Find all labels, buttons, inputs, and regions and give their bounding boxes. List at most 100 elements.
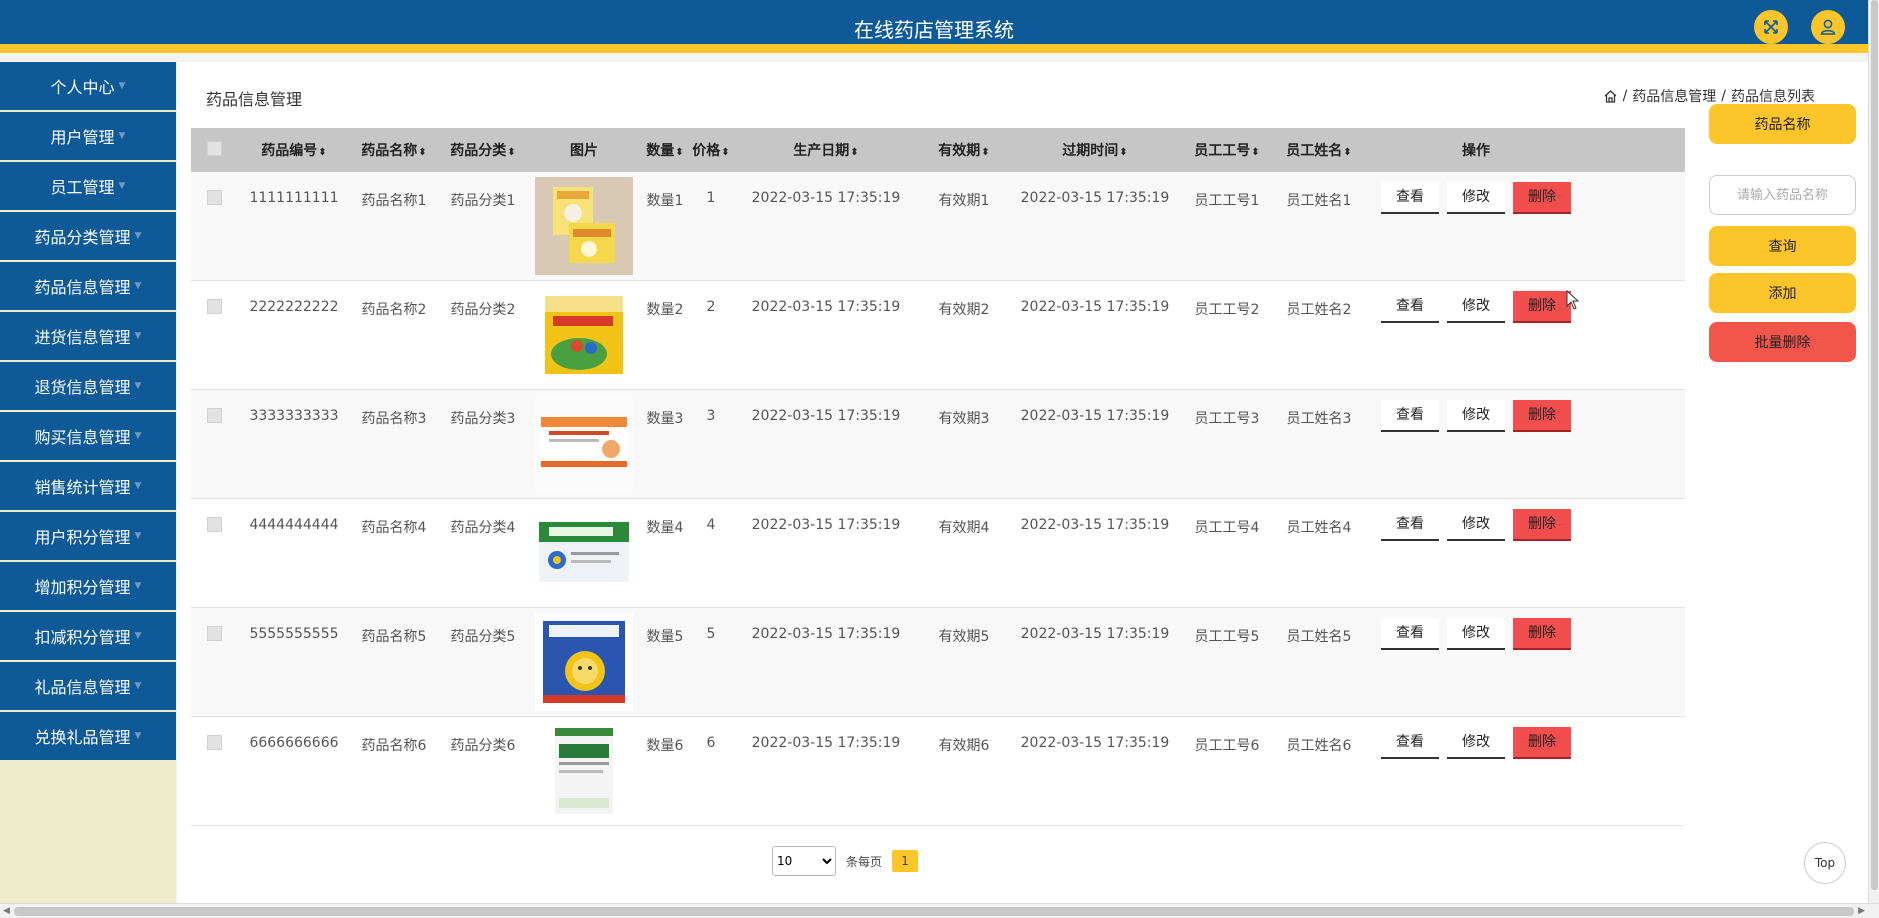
sidebar-item-purchase-in[interactable]: 进货信息管理 ▼	[0, 312, 176, 360]
edit-button[interactable]: 修改	[1447, 182, 1505, 214]
cell-ops: 查看 修改 删除	[1367, 717, 1585, 759]
cell-ops: 查看 修改 删除	[1367, 499, 1585, 541]
cell-qty: 数量1	[646, 193, 684, 209]
sort-icon: ⬍	[1119, 147, 1128, 158]
row-checkbox[interactable]	[191, 390, 237, 427]
sidebar-item-employees[interactable]: 员工管理 ▼	[0, 162, 176, 210]
vertical-scrollbar[interactable]	[1868, 0, 1879, 903]
view-button[interactable]: 查看	[1381, 291, 1439, 323]
edit-button[interactable]: 修改	[1447, 400, 1505, 432]
sidebar-item-personal-center[interactable]: 个人中心 ▼	[0, 62, 176, 110]
col-expiry-label: 过期时间	[1062, 143, 1119, 159]
table-row: 6666666666 药品名称6 药品分类6 数量6 6 2022-03-15 …	[191, 717, 1685, 826]
sort-icon: ⬍	[1343, 147, 1352, 158]
col-emp-no[interactable]: 员工工号⬍	[1183, 140, 1271, 160]
scrollbar-thumb[interactable]	[1871, 0, 1878, 890]
edit-button[interactable]: 修改	[1447, 727, 1505, 759]
per-page-label: 条每页	[846, 854, 883, 869]
row-checkbox[interactable]	[191, 172, 237, 209]
sidebar-item-returns[interactable]: 退货信息管理 ▼	[0, 362, 176, 410]
fullscreen-button[interactable]	[1754, 10, 1788, 44]
sidebar-item-orders[interactable]: 购买信息管理 ▼	[0, 412, 176, 460]
scroll-left-icon[interactable]: ◀	[3, 904, 10, 918]
breadcrumb-item[interactable]: 药品信息管理	[1632, 86, 1716, 106]
col-price[interactable]: 价格⬍	[691, 140, 731, 160]
checkbox[interactable]	[206, 299, 222, 314]
checkbox[interactable]	[206, 626, 222, 641]
checkbox[interactable]	[206, 735, 222, 750]
view-button[interactable]: 查看	[1381, 618, 1439, 650]
checkbox[interactable]	[206, 140, 222, 156]
breadcrumb-separator: /	[1622, 88, 1628, 104]
back-to-top-button[interactable]: Top	[1804, 842, 1846, 884]
home-icon[interactable]	[1603, 89, 1618, 104]
checkbox[interactable]	[206, 408, 222, 423]
sidebar-item-users[interactable]: 用户管理 ▼	[0, 112, 176, 160]
row-checkbox[interactable]	[191, 499, 237, 536]
col-expiry[interactable]: 过期时间⬍	[1007, 140, 1183, 160]
cell-ops: 查看 修改 删除	[1367, 281, 1585, 323]
sidebar-item-drug-categories[interactable]: 药品分类管理 ▼	[0, 212, 176, 260]
delete-button[interactable]: 删除	[1513, 291, 1571, 323]
cell-name: 药品名称1	[361, 193, 427, 209]
batch-delete-button[interactable]: 批量删除	[1709, 322, 1856, 362]
sidebar-item-label: 药品分类管理	[34, 228, 131, 247]
scrollbar-thumb[interactable]	[14, 907, 1854, 916]
page-size-select[interactable]: 10	[772, 846, 836, 876]
cell-emp-no: 员工工号6	[1194, 738, 1260, 754]
sidebar-item-add-points[interactable]: 增加积分管理 ▼	[0, 562, 176, 610]
col-price-label: 价格	[692, 143, 721, 159]
col-name[interactable]: 药品名称⬍	[351, 140, 437, 160]
cell-emp-name: 员工姓名2	[1286, 302, 1352, 318]
row-checkbox[interactable]	[191, 608, 237, 645]
view-button[interactable]: 查看	[1381, 509, 1439, 541]
sidebar-item-gift-exchange[interactable]: 兑换礼品管理 ▼	[0, 712, 176, 760]
col-category[interactable]: 药品分类⬍	[437, 140, 529, 160]
edit-button[interactable]: 修改	[1447, 509, 1505, 541]
drug-name-search-input[interactable]	[1709, 175, 1856, 215]
col-emp-name[interactable]: 员工姓名⬍	[1271, 140, 1367, 160]
cell-image	[529, 172, 639, 275]
view-button[interactable]: 查看	[1381, 400, 1439, 432]
cell-emp-name: 员工姓名5	[1286, 629, 1352, 645]
delete-button[interactable]: 删除	[1513, 727, 1571, 759]
delete-button[interactable]: 删除	[1513, 182, 1571, 214]
scroll-right-icon[interactable]: ▶	[1858, 904, 1865, 918]
sidebar-item-label: 兑换礼品管理	[34, 728, 131, 747]
row-checkbox[interactable]	[191, 717, 237, 754]
sidebar-item-sales-stats[interactable]: 销售统计管理 ▼	[0, 462, 176, 510]
col-ops-label: 操作	[1462, 143, 1490, 159]
col-prod-date[interactable]: 生产日期⬍	[731, 140, 921, 160]
horizontal-scrollbar[interactable]: ◀ ▶	[0, 903, 1879, 918]
delete-button[interactable]: 删除	[1513, 400, 1571, 432]
edit-button[interactable]: 修改	[1447, 291, 1505, 323]
delete-button[interactable]: 删除	[1513, 618, 1571, 650]
cell-emp-name: 员工姓名1	[1286, 193, 1352, 209]
col-qty[interactable]: 数量⬍	[639, 140, 691, 160]
delete-button[interactable]: 删除	[1513, 509, 1571, 541]
user-button[interactable]	[1811, 10, 1845, 44]
expand-icon	[1764, 20, 1778, 34]
cell-validity: 有效期2	[938, 302, 990, 318]
checkbox[interactable]	[206, 517, 222, 532]
view-button[interactable]: 查看	[1381, 727, 1439, 759]
sidebar-item-user-points[interactable]: 用户积分管理 ▼	[0, 512, 176, 560]
sidebar-item-deduct-points[interactable]: 扣减积分管理 ▼	[0, 612, 176, 660]
edit-button[interactable]: 修改	[1447, 618, 1505, 650]
page-number-current[interactable]: 1	[892, 850, 919, 872]
row-checkbox[interactable]	[191, 281, 237, 318]
checkbox[interactable]	[206, 190, 222, 205]
sidebar-item-label: 扣减积分管理	[34, 628, 131, 647]
sidebar-item-gifts[interactable]: 礼品信息管理 ▼	[0, 662, 176, 710]
chevron-down-icon: ▼	[118, 181, 126, 191]
cell-name: 药品名称5	[361, 629, 427, 645]
chevron-down-icon: ▼	[134, 681, 142, 691]
select-all-checkbox[interactable]	[191, 140, 237, 160]
view-button[interactable]: 查看	[1381, 182, 1439, 214]
add-button[interactable]: 添加	[1709, 273, 1856, 313]
table-row: 5555555555 药品名称5 药品分类5 数量5 5 2022-03-15 …	[191, 608, 1685, 717]
col-code[interactable]: 药品编号⬍	[237, 140, 351, 160]
sidebar-item-drug-info[interactable]: 药品信息管理 ▼	[0, 262, 176, 310]
col-validity[interactable]: 有效期⬍	[921, 140, 1007, 160]
query-button[interactable]: 查询	[1709, 226, 1856, 266]
